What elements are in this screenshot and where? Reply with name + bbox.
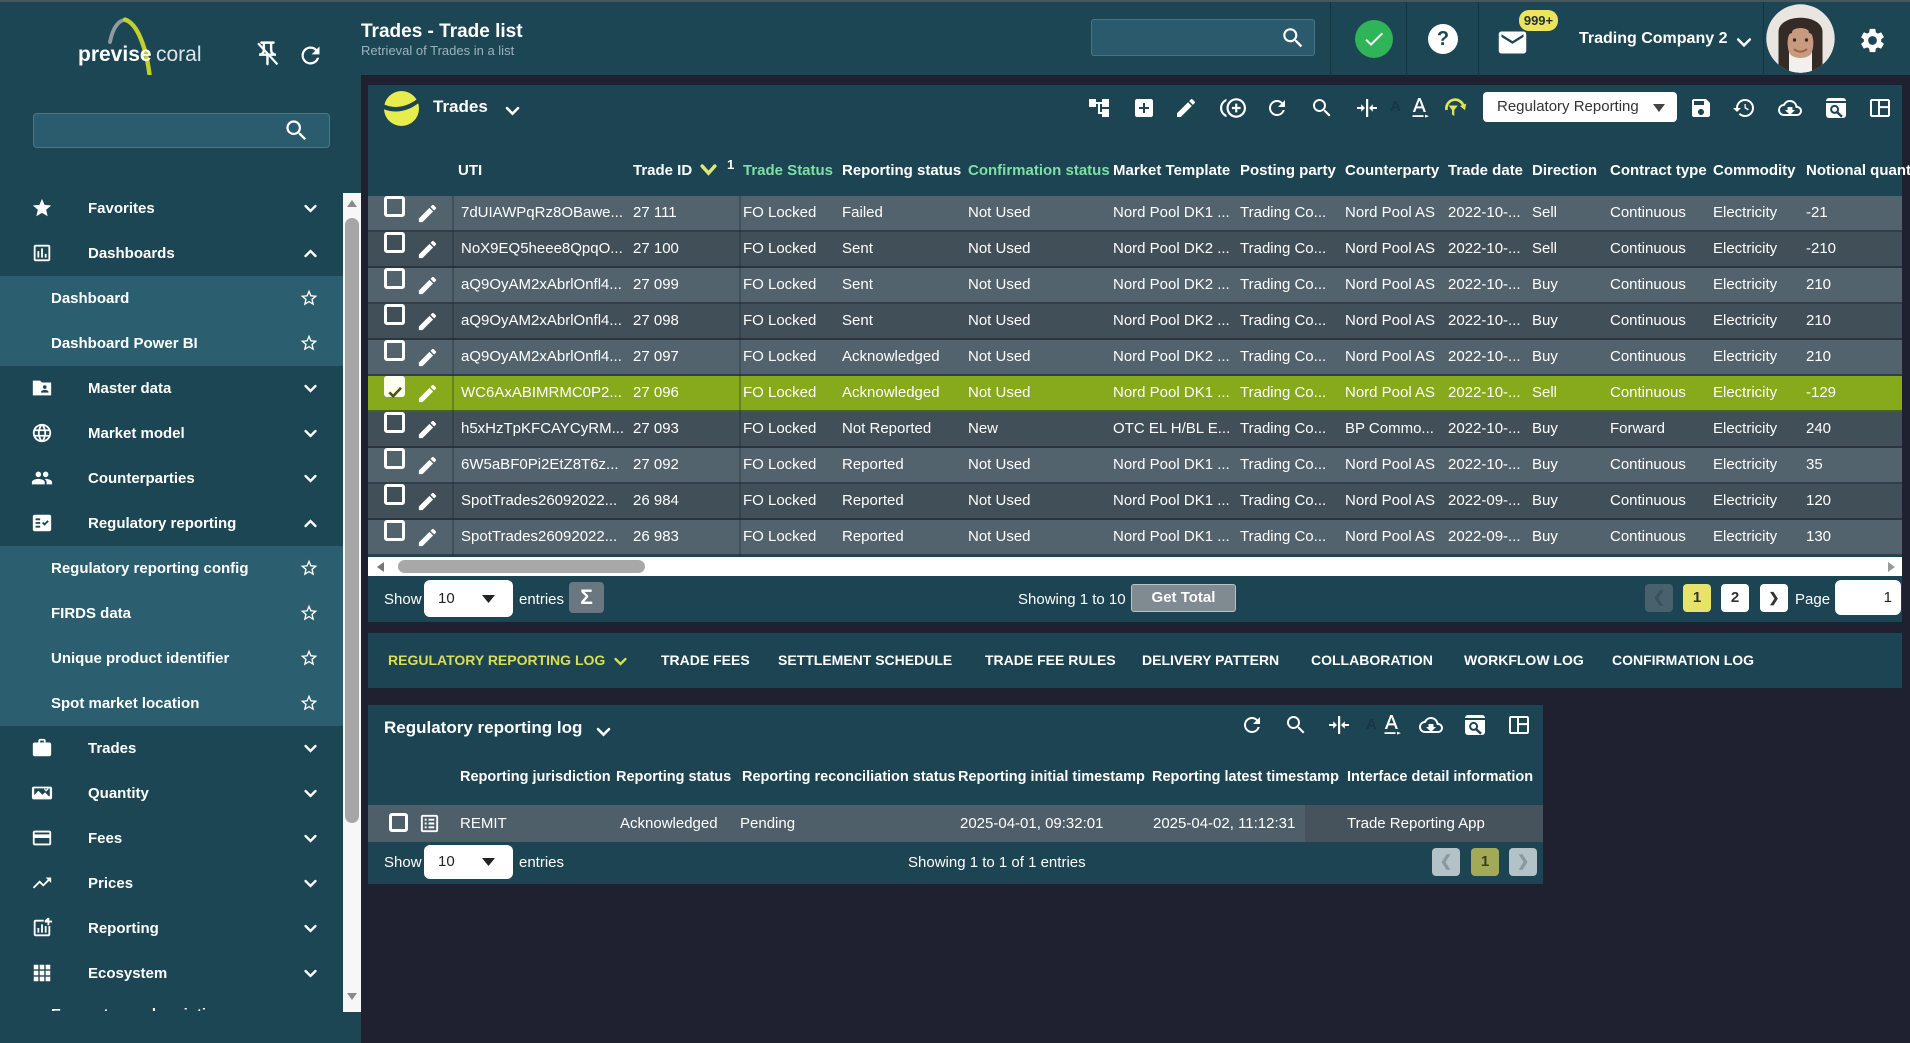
svg-text:previse: previse (78, 43, 152, 66)
svg-text:coral: coral (156, 43, 202, 66)
